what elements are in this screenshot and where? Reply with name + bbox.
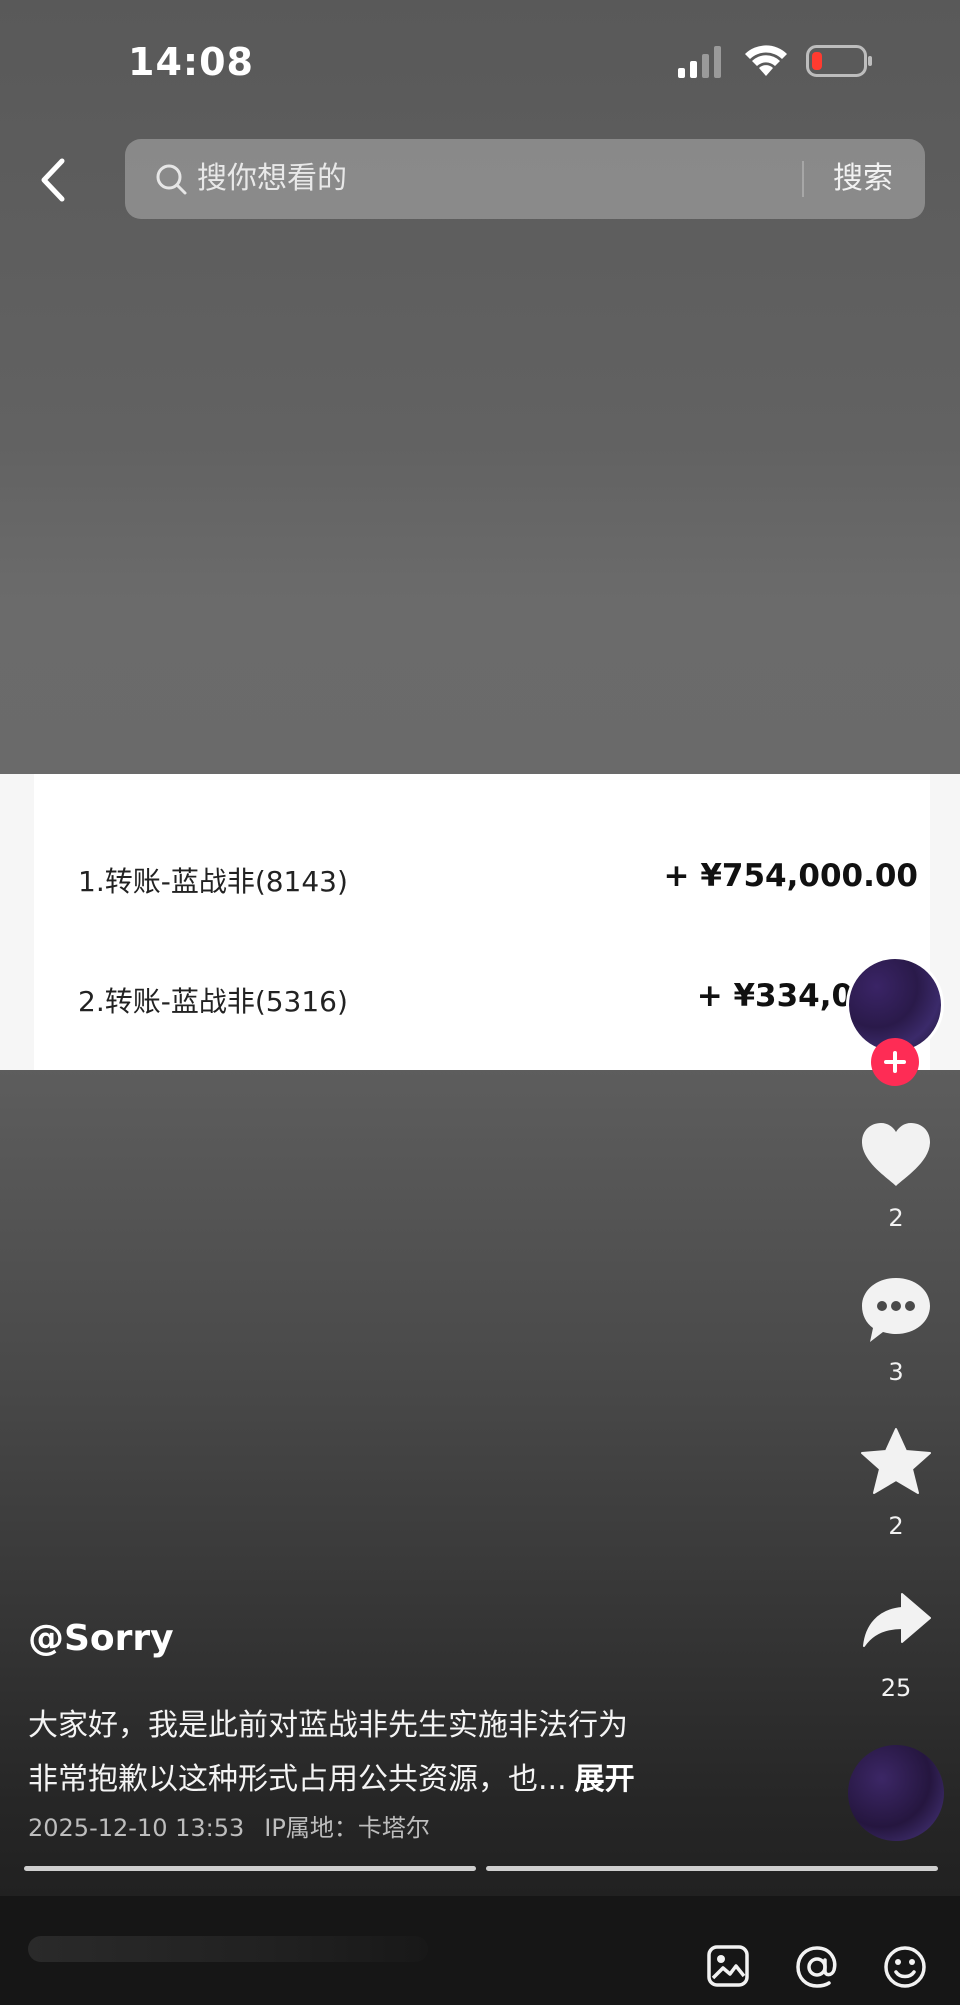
heart-icon[interactable]	[858, 1120, 934, 1190]
post-meta: 2025-12-10 13:53 IP属地：卡塔尔	[28, 1808, 430, 1843]
at-icon[interactable]	[794, 1944, 840, 1990]
status-time: 14:08	[128, 40, 254, 84]
expand-link[interactable]: 展开	[575, 1762, 635, 1797]
image-icon[interactable]	[706, 1944, 750, 1988]
chat-bubble-icon[interactable]	[858, 1274, 934, 1346]
search-input[interactable]: 搜你想看的	[197, 139, 347, 219]
caption-line: 非常抱歉以这种形式占用公共资源，也... 展开	[28, 1754, 728, 1798]
progress-segment[interactable]	[486, 1866, 938, 1871]
progress-segment[interactable]	[24, 1866, 476, 1871]
comment-input[interactable]	[28, 1926, 448, 1970]
post-datetime: 2025-12-10 13:53	[28, 1814, 245, 1842]
back-button[interactable]	[28, 150, 78, 210]
search-bar[interactable]: 搜你想看的 搜索	[125, 139, 925, 219]
cellular-signal-icon	[678, 46, 721, 78]
transaction-name: 1.转账-蓝战非(8143)	[78, 865, 348, 898]
star-icon[interactable]	[858, 1426, 934, 1498]
caption-line: 大家好，我是此前对蓝战非先生实施非法行为	[28, 1708, 628, 1743]
comment-input-blurred-text	[28, 1936, 428, 1962]
ip-location: IP属地：卡塔尔	[264, 1814, 430, 1842]
transaction-amount: + ¥754,000.00	[663, 858, 918, 894]
battery-low-icon	[806, 45, 872, 77]
music-disc[interactable]	[848, 1745, 944, 1841]
follow-button[interactable]	[871, 1038, 919, 1086]
plus-icon	[884, 1051, 906, 1073]
transaction-name: 2.转账-蓝战非(5316)	[78, 985, 348, 1018]
status-icons	[676, 44, 874, 78]
video-screen: 14:08 搜你想看的 搜索 1.转账-蓝战非(8143) + ¥754,000…	[0, 0, 960, 2005]
transaction-list: 1.转账-蓝战非(8143) + ¥754,000.00 2.转账-蓝战非(53…	[34, 774, 930, 1070]
share-count: 25	[880, 1674, 912, 1702]
wifi-icon	[745, 45, 787, 76]
emoji-icon[interactable]	[882, 1944, 928, 1990]
search-divider	[802, 161, 804, 197]
chevron-left-icon	[41, 158, 65, 202]
comment-count: 3	[888, 1358, 904, 1386]
search-button[interactable]: 搜索	[833, 139, 893, 219]
share-arrow-icon[interactable]	[860, 1590, 934, 1650]
caption-text: 非常抱歉以这种形式占用公共资源，也...	[28, 1762, 567, 1797]
favorite-count: 2	[888, 1512, 904, 1540]
author-username[interactable]: @Sorry	[28, 1618, 174, 1659]
like-count: 2	[888, 1204, 904, 1232]
transaction-card: 1.转账-蓝战非(8143) + ¥754,000.00 2.转账-蓝战非(53…	[0, 774, 960, 1070]
search-icon	[156, 164, 187, 195]
